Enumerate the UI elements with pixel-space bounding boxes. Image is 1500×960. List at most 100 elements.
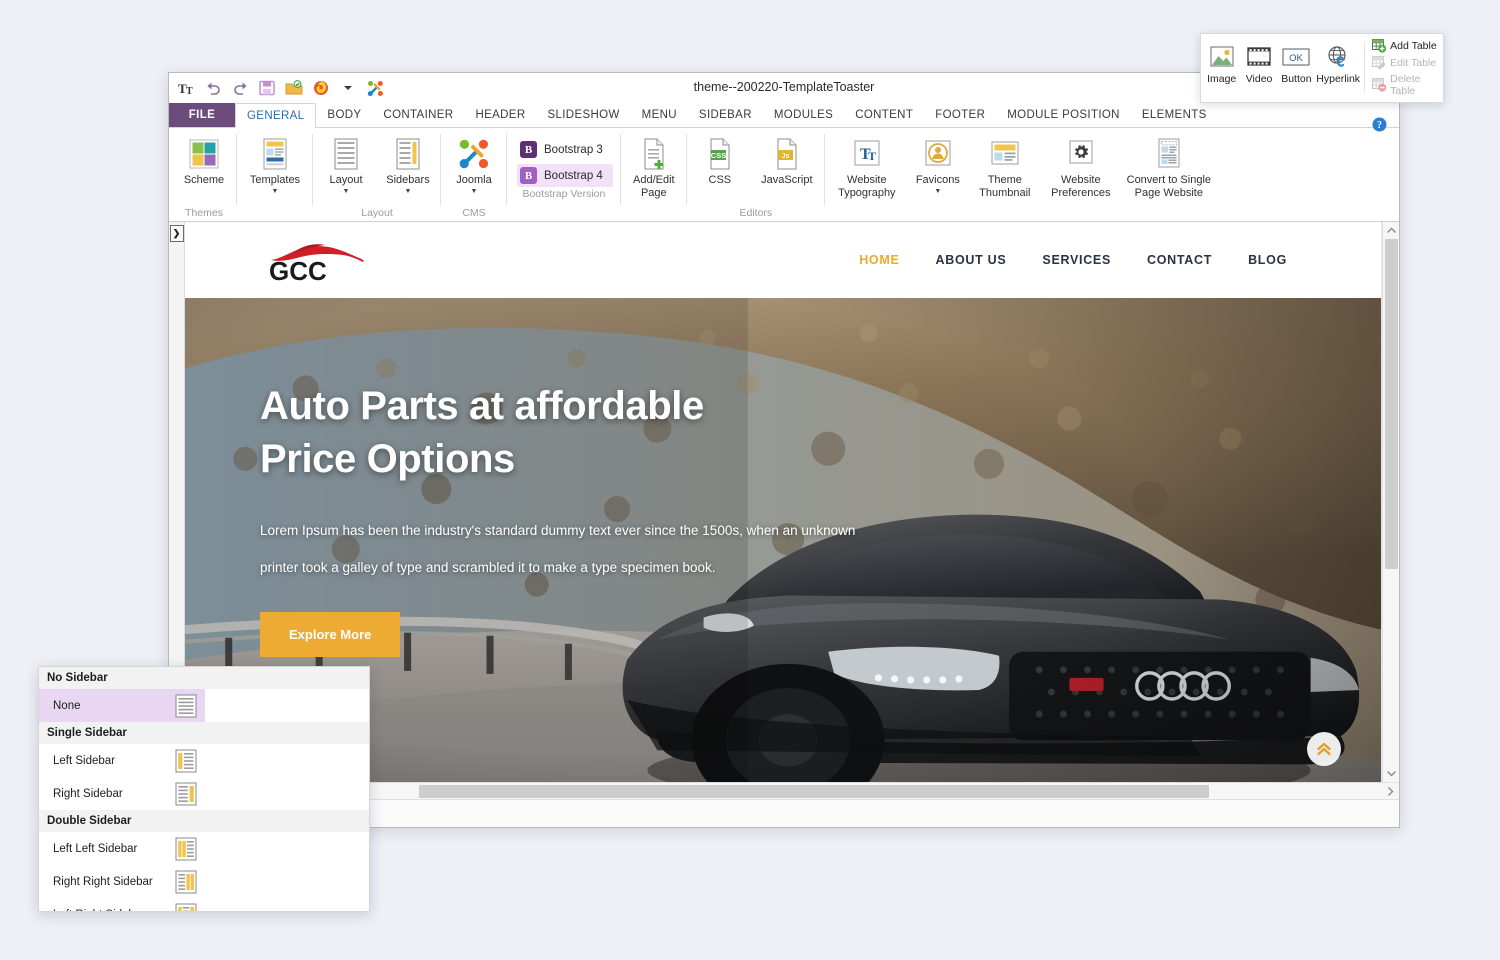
svg-text:T: T	[186, 86, 193, 96]
sidebar-option-left-right-sidebar-label: Left Right Sidebar	[53, 909, 169, 913]
tab-general[interactable]: GENERAL	[235, 103, 316, 128]
scroll-right-icon[interactable]	[1382, 783, 1399, 800]
tab-sidebar[interactable]: SIDEBAR	[688, 103, 763, 127]
templates-caret-icon[interactable]: ▼	[272, 188, 279, 195]
typography-icon[interactable]: T T	[177, 79, 195, 97]
preview-vertical-scrollbar[interactable]	[1382, 222, 1399, 782]
css-icon: CSS	[706, 136, 734, 172]
layout-right-right-icon	[175, 870, 197, 894]
scheme-button[interactable]: Scheme	[173, 132, 235, 188]
insert-button-button[interactable]: OK Button	[1278, 38, 1315, 98]
favicons-caret-icon[interactable]: ▼	[934, 188, 941, 195]
layout-right-icon	[175, 782, 197, 806]
ribbon-group-layout: Layout ▼	[313, 128, 441, 221]
redo-icon[interactable]	[231, 79, 249, 97]
sidebar-option-right-sidebar[interactable]: Right Sidebar	[39, 777, 205, 810]
scroll-down-icon[interactable]	[1383, 765, 1400, 782]
button-icon: OK	[1281, 43, 1311, 70]
site-logo[interactable]: GCC	[263, 236, 375, 284]
delete-table-label: Delete Table	[1390, 73, 1439, 97]
layout-button[interactable]: Layout ▼	[315, 132, 377, 196]
hero-heading: Auto Parts at affordable Price Options	[260, 380, 860, 486]
insert-video-button[interactable]: Video	[1240, 38, 1277, 98]
nav-contact[interactable]: CONTACT	[1147, 253, 1212, 267]
convert-single-page-button[interactable]: Convert to Single Page Website	[1121, 132, 1217, 200]
theme-thumbnail-button[interactable]: Theme Thumbnail	[969, 132, 1041, 200]
insert-elements-toolbar: Image Video	[1200, 33, 1444, 103]
add-table-button[interactable]: Add Table	[1370, 38, 1441, 54]
sidebars-caret-icon[interactable]: ▼	[405, 188, 412, 195]
ribbon-group-bootstrap-label: Bootstrap Version	[509, 187, 619, 202]
firefox-preview-icon[interactable]	[312, 79, 330, 97]
sidebar-option-left-right-sidebar[interactable]: Left Right Sidebar	[39, 898, 205, 912]
undo-icon[interactable]	[204, 79, 222, 97]
tab-elements[interactable]: ELEMENTS	[1131, 103, 1218, 127]
sidebar-option-left-left-sidebar-label: Left Left Sidebar	[53, 843, 169, 855]
nav-services[interactable]: SERVICES	[1042, 253, 1111, 267]
tab-body[interactable]: BODY	[316, 103, 372, 127]
nav-home[interactable]: HOME	[859, 253, 899, 267]
tab-slideshow[interactable]: SLIDESHOW	[536, 103, 630, 127]
bootstrap-4-option[interactable]: B Bootstrap 4	[517, 164, 613, 187]
joomla-icon[interactable]	[366, 79, 384, 97]
layout-left-icon	[175, 749, 197, 773]
javascript-editor-button[interactable]: Js JavaScript	[751, 132, 823, 188]
export-icon[interactable]	[285, 79, 303, 97]
preview-dropdown-caret-icon[interactable]	[339, 79, 357, 97]
nav-about-us[interactable]: ABOUT US	[936, 253, 1007, 267]
sidebar-option-none[interactable]: None	[39, 689, 205, 722]
insert-image-button[interactable]: Image	[1203, 38, 1240, 98]
sidebar-option-right-right-sidebar[interactable]: Right Right Sidebar	[39, 865, 205, 898]
ribbon-group-editors: CSS CSS Js	[687, 128, 825, 221]
nav-blog[interactable]: BLOG	[1248, 253, 1287, 267]
sidebars-button[interactable]: Sidebars ▼	[377, 132, 439, 196]
save-icon[interactable]	[258, 79, 276, 97]
sidebar-option-left-sidebar[interactable]: Left Sidebar	[39, 744, 205, 777]
scroll-up-icon[interactable]	[1383, 222, 1400, 239]
scheme-icon	[189, 136, 219, 172]
javascript-label: JavaScript	[761, 174, 812, 187]
insert-hyperlink-button[interactable]: Hyperlink	[1315, 38, 1361, 98]
help-icon[interactable]: ?	[1372, 117, 1387, 132]
tab-menu[interactable]: MENU	[631, 103, 688, 127]
tab-container[interactable]: CONTAINER	[372, 103, 464, 127]
css-editor-button[interactable]: CSS CSS	[689, 132, 751, 188]
joomla-caret-icon[interactable]: ▼	[471, 188, 478, 195]
bootstrap-3-option[interactable]: B Bootstrap 3	[517, 138, 613, 161]
layout-icon	[333, 136, 359, 172]
sidebar-option-left-sidebar-label: Left Sidebar	[53, 755, 169, 767]
sidebar-option-left-left-sidebar[interactable]: Left Left Sidebar	[39, 832, 205, 865]
svg-text:OK: OK	[1290, 52, 1304, 63]
ribbon-group-website-tools: T T Website Typography	[825, 128, 1219, 221]
explore-more-button[interactable]: Explore More	[260, 612, 400, 657]
hero-heading-line-2: Price Options	[260, 433, 860, 486]
layout-caret-icon[interactable]: ▼	[343, 188, 350, 195]
favicons-button[interactable]: Favicons ▼	[907, 132, 969, 196]
expand-left-panel-icon[interactable]: ❯	[170, 225, 184, 242]
add-table-label: Add Table	[1390, 40, 1437, 52]
tab-content[interactable]: CONTENT	[844, 103, 924, 127]
templates-button[interactable]: Templates ▼	[239, 132, 311, 196]
bootstrap-4-badge: B	[520, 167, 537, 184]
layout-left-right-icon	[175, 903, 197, 913]
horizontal-scroll-thumb[interactable]	[419, 785, 1209, 798]
svg-text:?: ?	[1377, 120, 1382, 131]
add-table-icon	[1372, 39, 1387, 53]
tab-footer[interactable]: FOOTER	[924, 103, 996, 127]
ribbon-group-cms: Joomla ▼ CMS	[441, 128, 507, 221]
tab-file[interactable]: FILE	[169, 103, 235, 127]
website-typography-button[interactable]: T T Website Typography	[827, 132, 907, 200]
bootstrap-4-label: Bootstrap 4	[544, 170, 603, 182]
back-to-top-icon[interactable]	[1307, 732, 1341, 766]
delete-table-button: Delete Table	[1370, 72, 1441, 98]
vertical-scroll-thumb[interactable]	[1385, 239, 1398, 569]
tab-modules[interactable]: MODULES	[763, 103, 844, 127]
tab-header[interactable]: HEADER	[464, 103, 536, 127]
joomla-cms-button[interactable]: Joomla ▼	[443, 132, 505, 196]
add-edit-page-button[interactable]: Add/Edit Page	[623, 132, 685, 200]
website-preferences-button[interactable]: Website Preferences	[1041, 132, 1121, 200]
hyperlink-icon	[1324, 43, 1352, 70]
tab-module-position[interactable]: MODULE POSITION	[996, 103, 1131, 127]
layout-none-icon	[175, 694, 197, 718]
sidebars-label: Sidebars	[386, 174, 429, 187]
